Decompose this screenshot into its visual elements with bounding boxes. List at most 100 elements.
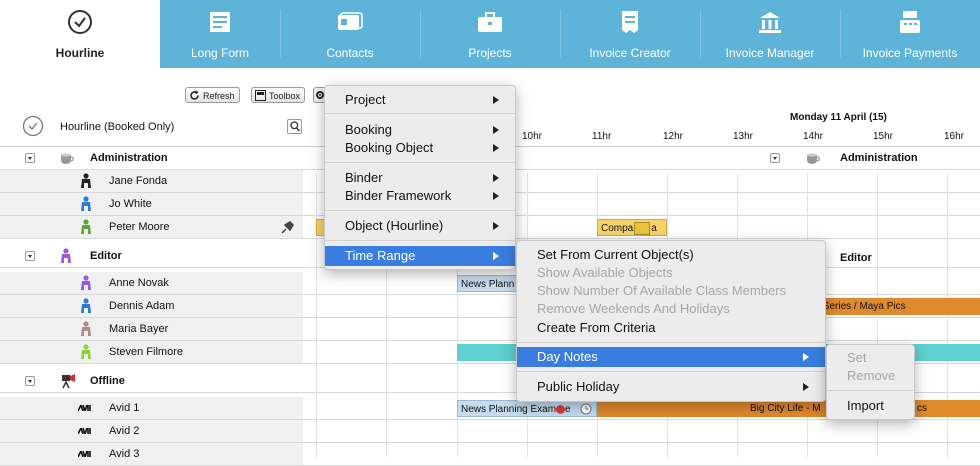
tab-label: Long Form [190, 46, 250, 60]
menu-separator [827, 390, 914, 391]
menu-item-create-from-criteria[interactable]: Create From Criteria [517, 318, 825, 338]
expand-toggle[interactable] [25, 251, 35, 261]
coffee-cup-icon [61, 153, 74, 164]
person-icon [81, 321, 91, 336]
expand-toggle[interactable] [770, 153, 780, 163]
group-label: Administration [90, 152, 168, 164]
booking-label: News Plann [461, 279, 515, 290]
submenu-arrow-icon [493, 252, 499, 260]
long-form-icon [160, 8, 280, 36]
menu-item-label: Booking Object [345, 140, 434, 155]
menu-separator [325, 113, 515, 114]
tab-label: Invoice Creator [589, 46, 671, 60]
menu-item-label: Public Holiday [537, 379, 620, 394]
menu-separator [517, 371, 825, 372]
hour-label: 15hr [873, 131, 894, 142]
invoice-creator-icon [560, 8, 700, 36]
refresh-label: Refresh [203, 91, 235, 101]
resource-row[interactable]: Avid 2 [0, 420, 980, 443]
tab-invoice-payments[interactable]: Invoice Payments [840, 0, 980, 68]
menu-separator [325, 210, 515, 211]
menu-item-booking-object[interactable]: Booking Object [325, 138, 515, 158]
booking-mini-series[interactable]: ini Series / Maya Pics [807, 298, 980, 315]
view-title: Hourline (Booked Only) [60, 121, 175, 133]
time-range-submenu: Set From Current Object(s) Show Availabl… [516, 240, 826, 402]
timeline-date: Monday 11 April (15) [790, 112, 887, 123]
tab-label: Projects [468, 46, 512, 60]
menu-item-public-holiday[interactable]: Public Holiday [517, 377, 825, 397]
hour-label: 12hr [663, 131, 684, 142]
booking-company[interactable]: Compa a [597, 219, 667, 236]
person-icon [81, 173, 91, 188]
resource-name: Peter Moore [109, 221, 170, 233]
tab-long-form[interactable]: Long Form [160, 0, 280, 68]
booking-label: Compa [601, 223, 634, 234]
menu-item-label: Day Notes [537, 349, 598, 364]
menu-item-import[interactable]: Import [827, 396, 914, 416]
tab-label: Invoice Payments [862, 46, 958, 60]
hour-label: 13hr [733, 131, 754, 142]
tab-divider [420, 10, 421, 58]
timeline-gridline [316, 173, 317, 457]
person-icon [81, 219, 91, 234]
submenu-arrow-icon [493, 96, 499, 104]
booking-label: News Planning Exam [461, 404, 557, 415]
menu-item-set-from-current[interactable]: Set From Current Object(s) [517, 245, 825, 265]
hour-label: 14hr [803, 131, 824, 142]
note-icon [634, 221, 651, 235]
menu-item-day-notes[interactable]: Day Notes [517, 347, 825, 367]
resource-name: Avid 3 [109, 448, 140, 460]
person-icon [81, 344, 91, 359]
tab-projects[interactable]: Projects [420, 0, 560, 68]
menu-item-time-range[interactable]: Time Range [325, 246, 515, 266]
hour-label: 11hr [592, 131, 612, 142]
group-label-repeat: Administration [840, 152, 918, 164]
tab-invoice-creator[interactable]: Invoice Creator [560, 0, 700, 68]
record-dot-icon [556, 404, 566, 414]
booking-label-end: e [565, 404, 571, 415]
search-button[interactable] [287, 119, 302, 134]
tab-invoice-manager[interactable]: Invoice Manager [700, 0, 840, 68]
avid-logo-icon [78, 428, 91, 434]
tab-contacts[interactable]: Contacts [280, 0, 420, 68]
menu-item-booking[interactable]: Booking [325, 120, 515, 140]
resource-row[interactable]: Maria Bayer [0, 318, 980, 341]
booking-label-end: cs [917, 403, 927, 414]
coffee-cup-icon [807, 153, 820, 164]
menu-item-label: Import [847, 398, 884, 413]
toolbox-button[interactable]: Toolbox [251, 87, 306, 103]
expand-toggle[interactable] [25, 153, 35, 163]
submenu-arrow-icon [493, 144, 499, 152]
menu-item-label: Remove [847, 368, 896, 383]
offline-equipment-icon [62, 374, 75, 389]
expand-toggle[interactable] [25, 376, 35, 386]
briefcase-icon [420, 8, 560, 36]
menu-item-label: Create From Criteria [537, 320, 656, 335]
resource-row[interactable]: Avid 3 [0, 443, 980, 466]
menu-item-label: Binder [345, 170, 383, 185]
booking-news-planning-example[interactable]: News Planning Exam e [457, 400, 597, 417]
menu-item-label: Project [345, 92, 386, 107]
menu-item-binder-framework[interactable]: Binder Framework [325, 186, 515, 206]
refresh-button[interactable]: Refresh [185, 87, 240, 103]
menu-item-remove: Remove [827, 366, 914, 386]
tab-hourline[interactable]: Hourline [0, 0, 160, 68]
group-label: Editor [90, 250, 122, 262]
menu-item-remove-weekends: Remove Weekends And Holidays [517, 299, 825, 319]
menu-item-label: Set From Current Object(s) [537, 247, 694, 262]
booking-big-city-life[interactable]: Big City Life - M cs [597, 400, 980, 417]
avid-logo-icon [78, 405, 91, 411]
tab-divider [560, 10, 561, 58]
resource-name: Avid 1 [109, 402, 140, 414]
person-icon [81, 298, 91, 313]
menu-item-label: Binder Framework [345, 188, 452, 203]
menu-item-label: Remove Weekends And Holidays [537, 301, 730, 316]
menu-item-project[interactable]: Project [325, 90, 515, 110]
context-menu: Project Booking Booking Object Binder Bi… [324, 85, 516, 270]
pin-icon[interactable] [280, 221, 294, 234]
refresh-icon [189, 90, 200, 101]
resource-name: Dennis Adam [109, 300, 175, 312]
menu-item-object-hourline[interactable]: Object (Hourline) [325, 216, 515, 236]
cash-register-icon [840, 8, 980, 36]
menu-item-binder[interactable]: Binder [325, 168, 515, 188]
